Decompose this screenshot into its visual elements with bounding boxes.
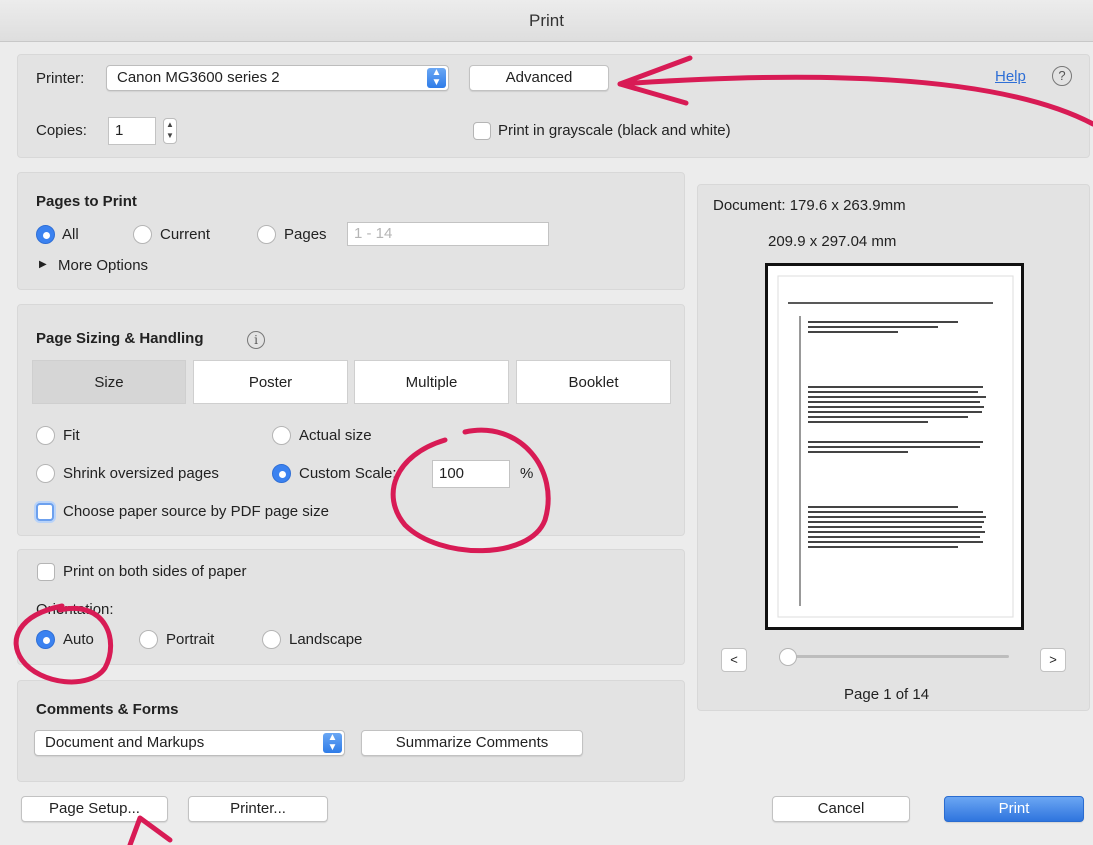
page-slider-track[interactable] (785, 655, 1009, 658)
chevron-updown-icon: ▲ ▼ (427, 68, 446, 88)
radio-portrait-label: Portrait (166, 631, 215, 648)
grayscale-label: Print in grayscale (black and white) (498, 122, 731, 139)
radio-custom-scale[interactable] (272, 464, 291, 483)
radio-current[interactable] (133, 225, 152, 244)
paper-source-checkbox[interactable] (36, 503, 54, 521)
comments-heading: Comments & Forms (36, 701, 179, 718)
tab-booklet[interactable]: Booklet (516, 360, 671, 404)
prev-page-button[interactable]: < (721, 648, 747, 672)
comments-select[interactable]: Document and Markups ▲ ▼ (34, 730, 345, 756)
radio-actual-size[interactable] (272, 426, 291, 445)
disclosure-triangle-icon[interactable]: ▶ (39, 257, 47, 272)
more-options-toggle[interactable]: More Options (58, 257, 148, 274)
radio-shrink-label: Shrink oversized pages (63, 465, 219, 482)
radio-pages[interactable] (257, 225, 276, 244)
radio-fit[interactable] (36, 426, 55, 445)
tab-multiple[interactable]: Multiple (354, 360, 509, 404)
printer-select[interactable]: Canon MG3600 series 2 ▲ ▼ (106, 65, 449, 91)
radio-all-label: All (62, 226, 79, 243)
summarize-comments-button[interactable]: Summarize Comments (361, 730, 583, 756)
orientation-heading: Orientation: (36, 601, 114, 618)
radio-portrait[interactable] (139, 630, 158, 649)
tab-size[interactable]: Size (32, 360, 186, 404)
page-preview-thumbnail (777, 275, 1014, 618)
radio-auto[interactable] (36, 630, 55, 649)
chevron-updown-icon: ▲ ▼ (323, 733, 342, 753)
printer-select-value: Canon MG3600 series 2 (117, 69, 280, 86)
radio-current-label: Current (160, 226, 211, 243)
paper-size: 209.9 x 297.04 mm (768, 233, 897, 250)
radio-auto-label: Auto (63, 631, 94, 648)
advanced-button[interactable]: Advanced (469, 65, 609, 91)
copies-label: Copies: (36, 122, 87, 139)
copies-field[interactable]: 1 (108, 117, 156, 145)
grayscale-checkbox[interactable] (473, 122, 491, 140)
annotation-arrow-page-setup (127, 815, 173, 845)
both-sides-checkbox[interactable] (37, 563, 55, 581)
radio-custom-scale-label: Custom Scale: (299, 465, 397, 482)
page-indicator: Page 1 of 14 (844, 686, 930, 703)
both-sides-label: Print on both sides of paper (63, 563, 247, 580)
radio-actual-size-label: Actual size (299, 427, 372, 444)
info-icon[interactable]: i (247, 331, 265, 349)
copies-stepper[interactable]: ▲ ▼ (163, 118, 177, 144)
percent-label: % (520, 465, 534, 482)
window-title: Print (0, 0, 1093, 42)
page-preview (765, 263, 1024, 630)
page-sizing-heading: Page Sizing & Handling (36, 330, 204, 347)
radio-landscape[interactable] (262, 630, 281, 649)
radio-pages-label: Pages (284, 226, 327, 243)
pages-range-field[interactable]: 1 - 14 (347, 222, 549, 246)
radio-all[interactable] (36, 225, 55, 244)
help-link[interactable]: Help (995, 68, 1026, 85)
radio-fit-label: Fit (63, 427, 80, 444)
pages-to-print-heading: Pages to Print (36, 193, 137, 210)
page-setup-button[interactable]: Page Setup... (21, 796, 168, 822)
scale-field[interactable]: 100 (432, 460, 510, 488)
paper-source-label: Choose paper source by PDF page size (63, 503, 329, 520)
radio-landscape-label: Landscape (289, 631, 363, 648)
document-size: Document: 179.6 x 263.9mm (713, 197, 906, 214)
printer-label: Printer: (36, 70, 85, 87)
printer-button[interactable]: Printer... (188, 796, 328, 822)
tab-poster[interactable]: Poster (193, 360, 348, 404)
comments-select-value: Document and Markups (45, 734, 205, 751)
help-icon[interactable]: ? (1052, 66, 1072, 86)
page-slider-thumb[interactable] (779, 648, 797, 666)
cancel-button[interactable]: Cancel (772, 796, 910, 822)
next-page-button[interactable]: > (1040, 648, 1066, 672)
print-button[interactable]: Print (944, 796, 1084, 822)
radio-shrink[interactable] (36, 464, 55, 483)
